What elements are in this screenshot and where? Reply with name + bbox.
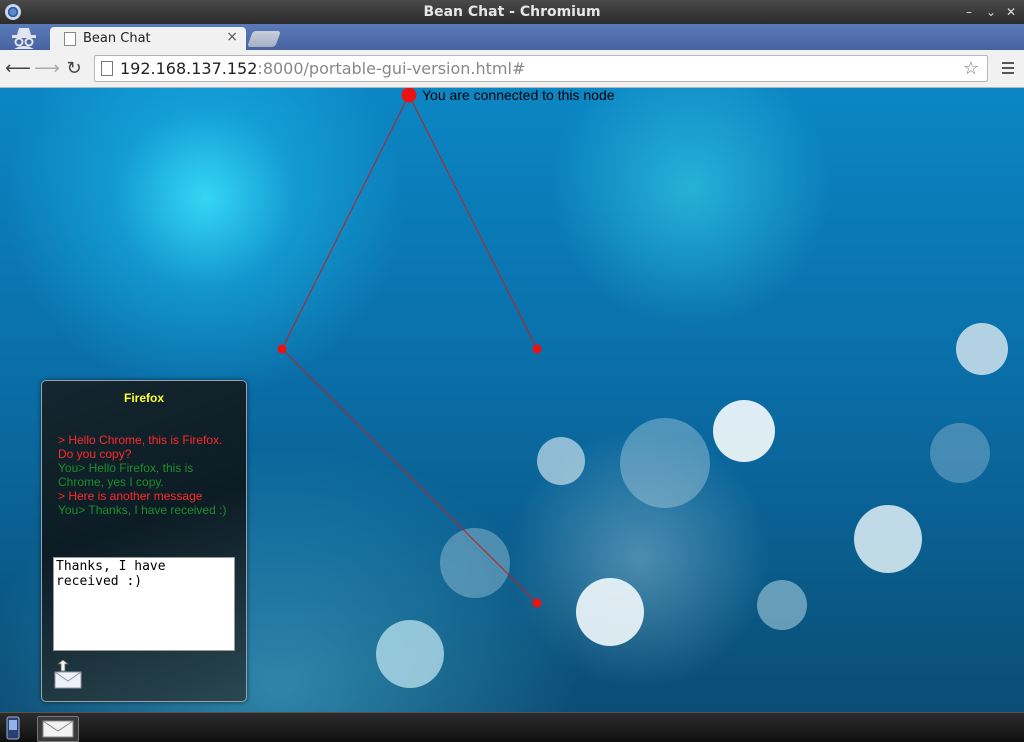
document-icon [101,61,113,76]
chat-log: > Hello Chrome, this is Firefox. Do you … [58,433,228,517]
tab-bean-chat[interactable]: Bean Chat × [50,27,246,50]
browser-toolbar: ⟵ ⟶ ↻ 192.168.137.152:8000/portable-gui-… [0,50,1024,88]
bookmark-star-icon[interactable]: ☆ [963,56,979,81]
page-viewport: You are connected to this node Firefox >… [0,88,1024,712]
mail-icon [42,720,74,738]
edge [281,94,410,350]
edge [408,94,538,350]
chromium-icon [5,4,21,20]
minimize-button[interactable]: – [966,0,972,24]
address-bar[interactable]: 192.168.137.152:8000/portable-gui-versio… [94,55,988,82]
mail-taskbar-button[interactable] [37,716,79,742]
chat-message-outgoing: You> Thanks, I have received :) [58,503,227,517]
page-icon [64,32,76,46]
send-mail-icon[interactable] [53,660,83,690]
tab-title: Bean Chat [83,31,151,46]
phone-icon[interactable] [6,716,20,740]
chat-message-input[interactable]: Thanks, I have received :) [53,557,235,651]
edge [281,348,538,604]
close-window-button[interactable]: ✕ [1006,0,1016,24]
new-tab-button[interactable] [247,31,281,47]
tab-close-button[interactable]: × [226,29,238,45]
chat-window: Firefox > Hello Chrome, this is Firefox.… [41,380,247,702]
peer-node[interactable] [532,344,542,354]
maximize-button[interactable]: ⌄ [986,0,996,24]
window-titlebar: Bean Chat - Chromium – ⌄ ✕ [0,0,1024,24]
url-text[interactable]: 192.168.137.152:8000/portable-gui-versio… [120,56,525,81]
chat-message-outgoing: You> Hello Firefox, this is Chrome, yes … [58,461,194,489]
menu-icon[interactable] [1002,62,1014,77]
forward-icon[interactable]: ⟶ [34,58,60,79]
peer-node[interactable] [532,598,542,608]
url-path: :8000/portable-gui-version.html# [257,59,526,78]
chat-message-incoming: > Hello Chrome, this is Firefox. Do you … [58,433,223,461]
incognito-icon [12,28,36,49]
url-host: 192.168.137.152 [120,59,258,78]
tab-strip: Bean Chat × [0,24,1024,50]
peer-node[interactable] [277,344,287,354]
chat-message-incoming: > Here is another message [58,489,203,503]
chat-peer-name: Firefox [123,391,164,405]
reload-icon[interactable]: ↻ [63,58,85,79]
back-icon[interactable]: ⟵ [5,58,31,79]
connected-node-label: You are connected to this node [422,88,615,103]
window-title: Bean Chat - Chromium [423,4,601,20]
current-node[interactable] [401,88,417,103]
taskbar [0,712,1024,742]
